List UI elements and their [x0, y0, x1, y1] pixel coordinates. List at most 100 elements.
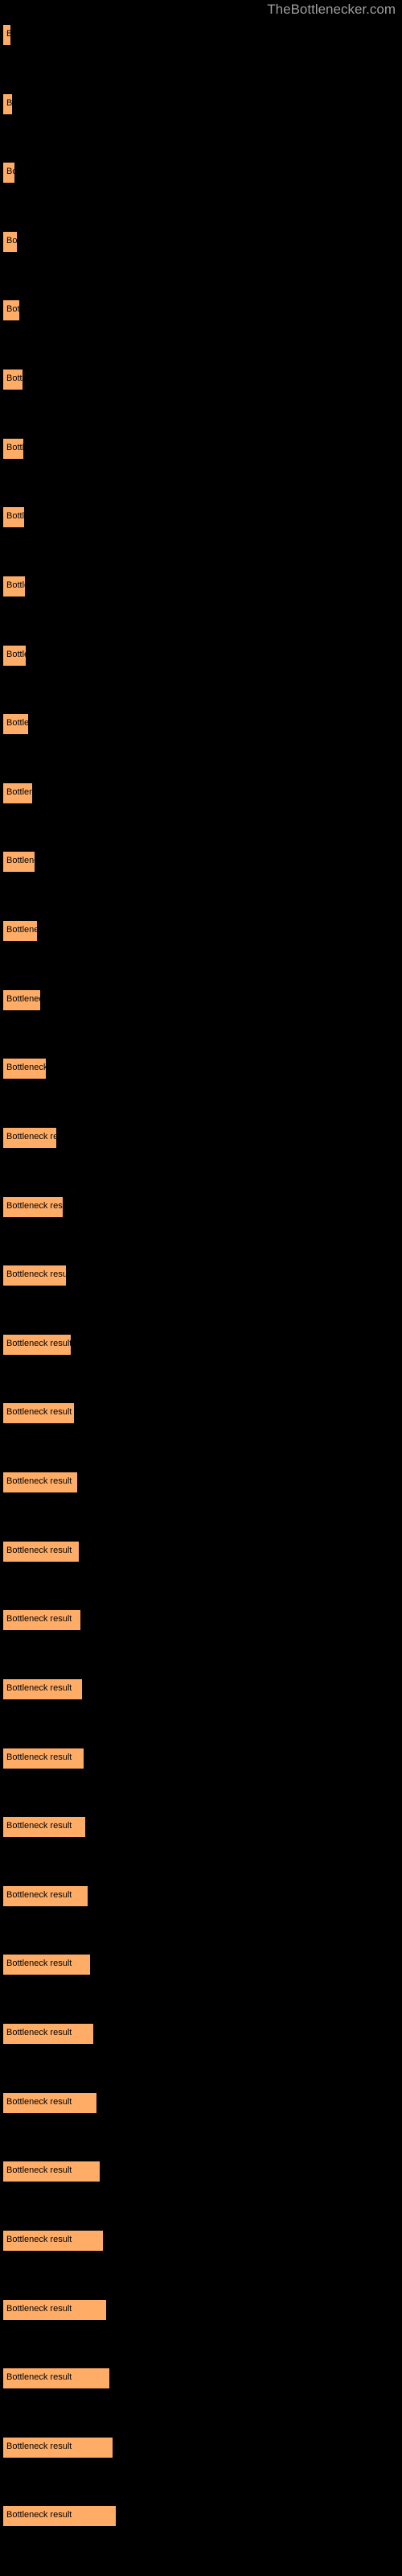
bar-label: Bottleneck result: [6, 1889, 72, 1900]
bar: Bottleneck result: [3, 163, 14, 184]
bar-row: Bottleneck result: [0, 293, 402, 328]
bar: Bottleneck result: [3, 1265, 66, 1286]
bar-row: Bottleneck result: [0, 18, 402, 52]
bar: Bottleneck result: [3, 2230, 103, 2251]
bar-label: Bottleneck result: [6, 1959, 72, 1969]
bar-label: Bottleneck result: [6, 235, 17, 246]
bar-label: Bottleneck result: [6, 2372, 72, 2383]
bar: Bottleneck result: [3, 1196, 63, 1217]
bar-label: Bottleneck result: [6, 167, 14, 177]
bar-row: Bottleneck result: [0, 1672, 402, 1707]
bar: Bottleneck result: [3, 231, 17, 252]
bar: Bottleneck result: [3, 576, 25, 597]
bar-label: Bottleneck result: [6, 1614, 72, 1624]
bar: Bottleneck result: [3, 2299, 106, 2320]
bar-row: Bottleneck result: [0, 1603, 402, 1637]
bar-row: Bottleneck result: [0, 983, 402, 1018]
bar-label: Bottleneck result: [6, 1338, 71, 1348]
bar-label: Bottleneck result: [6, 2234, 72, 2244]
bar-row: Bottleneck result: [0, 2154, 402, 2189]
bar: Bottleneck result: [3, 1403, 74, 1424]
bar-label: Bottleneck result: [6, 1476, 72, 1487]
bar: Bottleneck result: [3, 1610, 80, 1631]
bar-label: Bottleneck result: [6, 97, 12, 108]
bar-row: Bottleneck result: [0, 1396, 402, 1430]
bar-row: Bottleneck result: [0, 1327, 402, 1362]
bar-label: Bottleneck result: [6, 29, 10, 39]
bar-row: Bottleneck result: [0, 2223, 402, 2258]
bar: Bottleneck result: [3, 1678, 82, 1699]
bar: Bottleneck result: [3, 989, 40, 1010]
bar: Bottleneck result: [3, 1541, 79, 1562]
bar: Bottleneck result: [3, 1059, 46, 1080]
bar-row: Bottleneck result: [0, 155, 402, 190]
bar-label: Bottleneck result: [6, 1407, 72, 1418]
bar-row: Bottleneck result: [0, 2086, 402, 2120]
bar-label: Bottleneck result: [6, 1682, 72, 1693]
bar-label: Bottleneck result: [6, 856, 35, 866]
bar-row: Bottleneck result: [0, 500, 402, 535]
bar-row: Bottleneck result: [0, 1465, 402, 1500]
bar: Bottleneck result: [3, 300, 19, 321]
bar: Bottleneck result: [3, 2092, 96, 2113]
bar-label: Bottleneck result: [6, 2510, 72, 2520]
bar: Bottleneck result: [3, 1817, 85, 1838]
bar: Bottleneck result: [3, 507, 24, 528]
bar-row: Bottleneck result: [0, 2430, 402, 2465]
bar-label: Bottleneck result: [6, 580, 25, 590]
bar: Bottleneck result: [3, 2161, 100, 2182]
bar-row: Bottleneck result: [0, 87, 402, 122]
bar-label: Bottleneck result: [6, 442, 23, 452]
bar-row: Bottleneck result: [0, 1810, 402, 1844]
bar-label: Bottleneck result: [6, 993, 40, 1004]
bar: Bottleneck result: [3, 438, 23, 459]
bar: Bottleneck result: [3, 2024, 93, 2045]
bar-label: Bottleneck result: [6, 2165, 72, 2176]
bar: Bottleneck result: [3, 1885, 88, 1906]
bar: Bottleneck result: [3, 369, 23, 390]
bar: Bottleneck result: [3, 1748, 84, 1769]
bar-row: Bottleneck result: [0, 225, 402, 259]
bar: Bottleneck result: [3, 1472, 77, 1493]
bar: Bottleneck result: [3, 93, 12, 114]
bar-label: Bottleneck result: [6, 304, 19, 315]
bar-row: Bottleneck result: [0, 707, 402, 741]
bar-label: Bottleneck result: [6, 718, 28, 729]
bar-label: Bottleneck result: [6, 1269, 66, 1280]
bar-row: Bottleneck result: [0, 914, 402, 948]
bar-label: Bottleneck result: [6, 374, 23, 384]
bar-row: Bottleneck result: [0, 569, 402, 604]
bar: Bottleneck result: [3, 645, 26, 666]
bottleneck-bar-chart: Bottleneck result Bottleneck result Bottle…: [0, 0, 402, 2576]
bar-row: Bottleneck result: [0, 1534, 402, 1569]
bar: Bottleneck result: [3, 2437, 113, 2458]
bar-label: Bottleneck result: [6, 1063, 46, 1073]
bar: Bottleneck result: [3, 782, 32, 803]
bar-label: Bottleneck result: [6, 1821, 72, 1831]
bar-row: Bottleneck result: [0, 1051, 402, 1086]
bar-row: Bottleneck result: [0, 1879, 402, 1913]
bar: Bottleneck result: [3, 2506, 116, 2527]
bar-row: Bottleneck result: [0, 1741, 402, 1776]
bar-label: Bottleneck result: [6, 2096, 72, 2107]
bar-label: Bottleneck result: [6, 1200, 63, 1211]
bar-row: Bottleneck result: [0, 1190, 402, 1224]
bar: Bottleneck result: [3, 1334, 71, 1355]
bar-row: Bottleneck result: [0, 2361, 402, 2396]
bar-label: Bottleneck result: [6, 511, 24, 522]
bar-label: Bottleneck result: [6, 649, 26, 659]
bar-label: Bottleneck result: [6, 925, 37, 935]
bar-row: Bottleneck result: [0, 1947, 402, 1982]
bar-label: Bottleneck result: [6, 1545, 72, 1555]
bar: Bottleneck result: [3, 2368, 109, 2389]
bar-row: Bottleneck result: [0, 2293, 402, 2327]
bar: Bottleneck result: [3, 714, 28, 735]
bar-label: Bottleneck result: [6, 786, 32, 797]
bar-label: Bottleneck result: [6, 1752, 72, 1762]
bar-row: Bottleneck result: [0, 2017, 402, 2051]
bar-row: Bottleneck result: [0, 776, 402, 811]
bar-label: Bottleneck result: [6, 2028, 72, 2038]
bar-label: Bottleneck result: [6, 1131, 56, 1141]
bar: Bottleneck result: [3, 1955, 90, 1975]
bar-row: Bottleneck result: [0, 362, 402, 397]
